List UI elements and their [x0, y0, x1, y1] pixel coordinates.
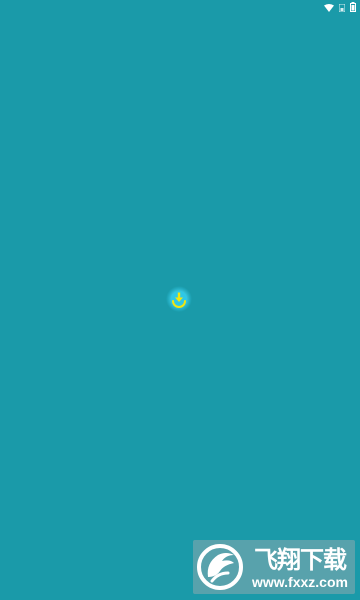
status-bar	[0, 0, 360, 12]
download-icon	[166, 286, 192, 312]
watermark-logo-icon	[196, 543, 244, 591]
splash-screen: 飞翔下载 www.fxxz.com	[0, 0, 360, 600]
watermark-title: 飞翔下载	[254, 545, 347, 574]
wifi-icon	[324, 0, 334, 16]
signal-icon	[338, 0, 346, 16]
battery-icon	[350, 0, 356, 16]
watermark-url: www.fxxz.com	[252, 574, 348, 590]
watermark: 飞翔下载 www.fxxz.com	[193, 540, 355, 594]
status-icons	[324, 1, 356, 12]
